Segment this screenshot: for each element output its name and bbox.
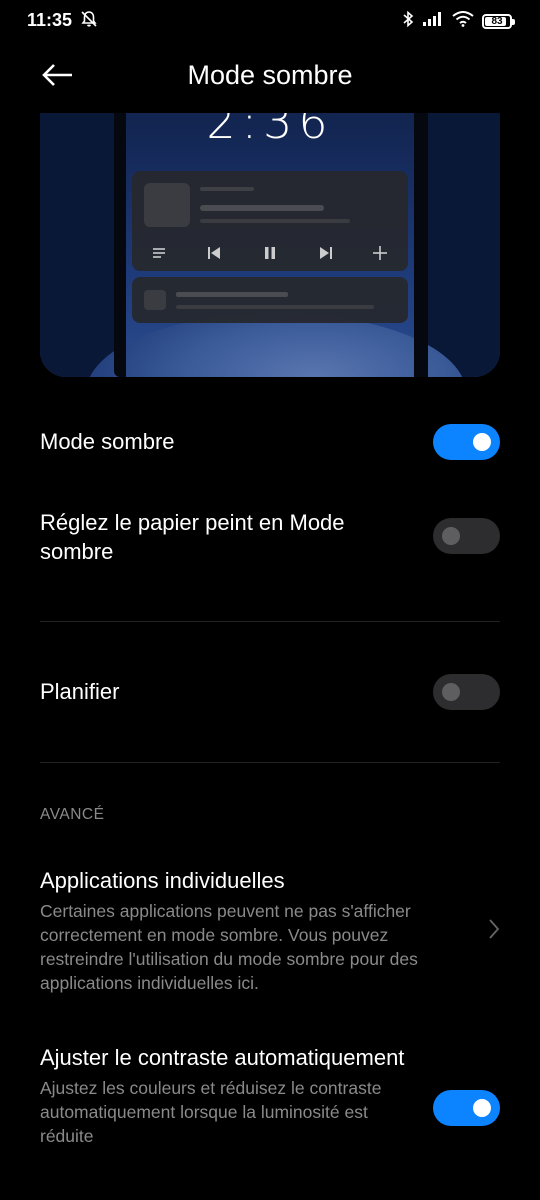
mute-bell-icon: [80, 10, 98, 33]
battery-icon: 83: [482, 14, 515, 29]
setting-label: Planifier: [40, 679, 120, 704]
status-time: 11:35: [27, 10, 73, 30]
page-title: Mode sombre: [187, 60, 353, 90]
wifi-icon: [452, 11, 474, 32]
playlist-icon: [153, 248, 165, 258]
status-bar: 11:35 83: [0, 0, 540, 40]
divider: [40, 621, 500, 622]
plus-icon: [373, 246, 387, 260]
section-title-advanced: AVANCÉ: [40, 806, 105, 823]
signal-icon: [422, 11, 444, 32]
preview-clock: 2:36: [206, 113, 334, 149]
previous-icon: [208, 247, 220, 259]
setting-wallpaper[interactable]: Réglez le papier peint en Mode sombre: [40, 508, 410, 566]
wallpaper-toggle[interactable]: [433, 518, 500, 554]
setting-label: Applications individuelles: [40, 868, 285, 893]
setting-description: Ajustez les couleurs et réduisez le cont…: [40, 1078, 382, 1146]
preview-phone-screen: 2:36: [86, 113, 466, 377]
status-icons: 83: [402, 10, 515, 33]
bluetooth-icon: [402, 10, 414, 33]
setting-label: Réglez le papier peint en Mode sombre: [40, 510, 345, 564]
chevron-right-icon: [489, 919, 500, 939]
setting-schedule[interactable]: Planifier: [40, 677, 500, 706]
setting-label: Ajuster le contraste automatiquement: [40, 1045, 405, 1070]
schedule-toggle[interactable]: [433, 674, 500, 710]
setting-dark-mode[interactable]: Mode sombre: [40, 427, 500, 456]
pause-icon: [265, 247, 275, 259]
setting-auto-contrast[interactable]: Ajuster le contraste automatiquement Aju…: [40, 1043, 420, 1148]
setting-label: Mode sombre: [40, 429, 175, 454]
preview-notification-card: [132, 277, 408, 323]
dark-mode-toggle[interactable]: [433, 424, 500, 460]
auto-contrast-toggle[interactable]: [433, 1090, 500, 1126]
app-header: Mode sombre: [0, 40, 540, 110]
dark-mode-preview: 2:36: [40, 113, 500, 377]
next-icon: [320, 247, 332, 259]
setting-description: Certaines applications peuvent ne pas s'…: [40, 901, 418, 993]
setting-individual-apps[interactable]: Applications individuelles Certaines app…: [40, 866, 460, 995]
battery-level: 83: [491, 16, 503, 27]
divider: [40, 762, 500, 763]
preview-music-card: [132, 171, 408, 271]
